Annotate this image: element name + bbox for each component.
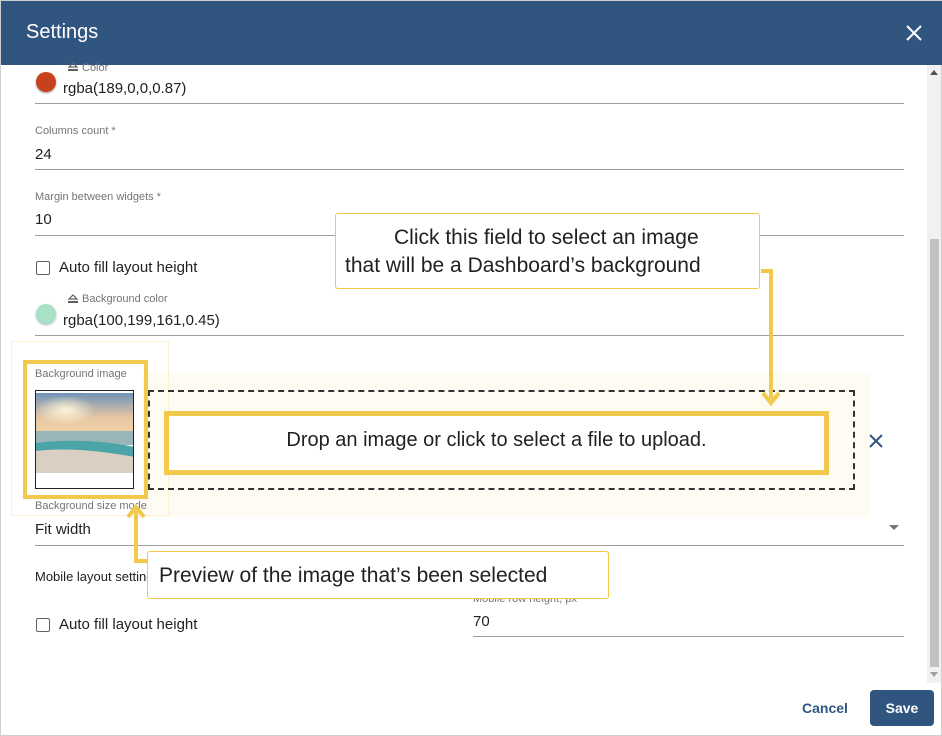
auto-fill-label: Auto fill layout height [59, 259, 198, 276]
columns-count-label: Columns count * [35, 125, 116, 137]
beach-image [36, 391, 133, 488]
format-color-icon [67, 62, 79, 71]
arrow-up-icon [126, 503, 146, 519]
margin-value: 10 [35, 211, 52, 228]
close-icon[interactable] [904, 23, 924, 43]
image-dropzone[interactable]: Drop an image or click to select a file … [164, 411, 829, 475]
scroll-up-icon[interactable] [930, 69, 938, 75]
dialog-header: Settings [1, 1, 942, 65]
callout-top-arrow-hook [761, 269, 773, 273]
background-color-label: Background color [82, 293, 168, 305]
dialog-title: Settings [26, 21, 99, 43]
dropzone-text: Drop an image or click to select a file … [286, 429, 707, 451]
background-color-value: rgba(100,199,161,0.45) [63, 312, 220, 329]
background-image-preview [35, 390, 134, 489]
color-label: Color [82, 62, 109, 74]
callout-bottom: Preview of the image that’s been selecte… [147, 551, 609, 599]
mobile-row-height-value[interactable]: 70 [473, 613, 490, 630]
background-color-swatch[interactable] [36, 304, 56, 324]
color-underline [35, 103, 904, 104]
mobile-layout-label: Mobile layout settings [35, 569, 147, 584]
mobile-row-height-underline [473, 636, 904, 637]
auto-fill-checkbox[interactable] [36, 261, 50, 275]
background-size-underline [35, 545, 904, 546]
callout-top-arrow [769, 271, 773, 399]
callout-top-line2: that will be a Dashboard’s background [345, 254, 701, 277]
color-swatch[interactable] [36, 72, 56, 92]
columns-count-underline [35, 169, 904, 170]
callout-top-line1: Click this field to select an image [394, 226, 699, 249]
callout-top: Click this field to select an image that… [335, 213, 760, 289]
callout-bottom-text: Preview of the image that’s been selecte… [159, 564, 548, 587]
save-button[interactable]: Save [870, 690, 934, 726]
columns-count-value: 24 [35, 146, 52, 163]
mobile-auto-fill-label: Auto fill layout height [59, 616, 198, 633]
scrollbar-thumb[interactable] [930, 239, 939, 667]
color-value: rgba(189,0,0,0.87) [63, 80, 187, 97]
settings-dialog: Settings Color rgba(189,0,0,0.87) Column… [0, 0, 942, 736]
dropdown-arrow-icon[interactable] [889, 524, 899, 532]
background-image-label: Background image [35, 368, 127, 380]
clear-image-icon[interactable] [867, 432, 885, 450]
scroll-down-icon[interactable] [930, 672, 938, 678]
margin-label: Margin between widgets * [35, 191, 161, 203]
arrow-down-icon [761, 391, 781, 407]
cancel-button[interactable]: Cancel [793, 691, 857, 725]
background-size-mode-value[interactable]: Fit width [35, 521, 91, 538]
background-color-underline [35, 335, 904, 336]
callout-bottom-arrow-hook [134, 559, 148, 563]
format-color-icon [67, 294, 79, 303]
mobile-auto-fill-checkbox[interactable] [36, 618, 50, 632]
